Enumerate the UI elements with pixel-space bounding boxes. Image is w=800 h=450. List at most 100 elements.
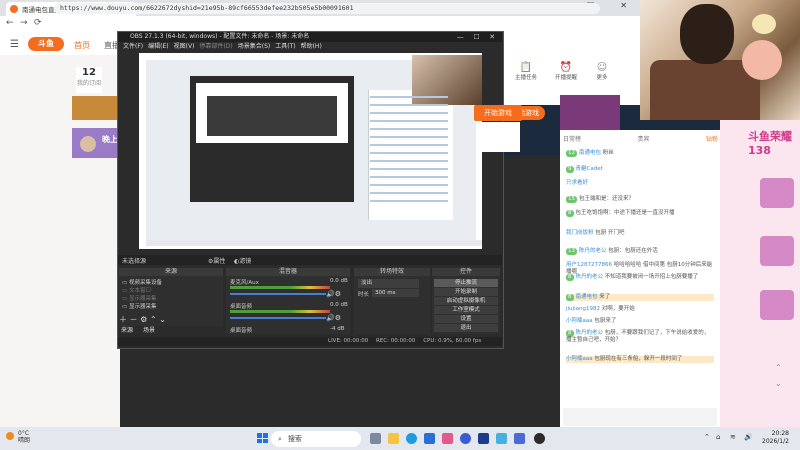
app-icon[interactable] xyxy=(514,433,525,444)
menu-scene-collection[interactable]: 场景集合(S) xyxy=(238,42,271,51)
task-tool[interactable]: 📋 主播任务 xyxy=(512,62,540,81)
chat-username[interactable]: 陈丹的老公 xyxy=(576,274,604,280)
app-icon[interactable] xyxy=(424,433,435,444)
more-tool[interactable]: ☺ 更多 xyxy=(588,62,616,81)
douyu-logo[interactable]: 斗鱼 xyxy=(28,37,64,51)
taskbar-clock[interactable]: 20:28 2026/1/2 xyxy=(762,430,789,446)
chat-username[interactable]: 陈丹的老公 xyxy=(576,330,604,336)
duration-input[interactable]: 300 ms xyxy=(372,289,419,297)
tab-scenes[interactable]: 场景 xyxy=(143,325,155,334)
start-recording-button[interactable]: 开始录制 xyxy=(434,288,498,296)
menu-view[interactable]: 视图(V) xyxy=(174,42,195,51)
tab-diamond-fans[interactable]: 钻粉 xyxy=(706,134,718,146)
close-button[interactable]: ✕ xyxy=(620,1,627,15)
speaker-icon[interactable]: 🔊 xyxy=(326,314,335,322)
back-arrow-icon[interactable]: ← xyxy=(6,18,14,28)
streamer-avatar[interactable] xyxy=(80,136,96,152)
stream-thumbnail[interactable] xyxy=(72,96,120,120)
event-card[interactable] xyxy=(760,178,794,208)
menu-docks[interactable]: 停靠部件(D) xyxy=(199,42,232,51)
studio-mode-button[interactable]: 工作室模式 xyxy=(434,306,498,314)
menu-edit[interactable]: 编辑(E) xyxy=(148,42,168,51)
chat-message: 我门岗饭粉 包厨 开门吧 xyxy=(566,230,714,237)
chat-username[interactable]: 只求看好 xyxy=(566,180,588,186)
remove-source-icon[interactable]: － xyxy=(130,315,138,324)
reload-icon[interactable]: ⟳ xyxy=(34,18,42,28)
obs-window-controls: — ☐ ✕ xyxy=(452,32,500,42)
url-input[interactable]: https://www.douyu.com/6622672dyshid=21e9… xyxy=(54,3,600,14)
file-explorer-icon[interactable] xyxy=(388,433,399,444)
remind-tool[interactable]: ⏰ 开播提醒 xyxy=(552,62,580,81)
chat-text: 包厨：包厨还在外活 xyxy=(608,248,658,254)
move-up-icon[interactable]: ⌃ xyxy=(150,315,157,324)
menu-tools[interactable]: 工具(T) xyxy=(275,42,295,51)
settings-button[interactable]: 设置 xyxy=(434,315,498,323)
taskbar-search[interactable]: ⌕ 搜索 xyxy=(271,431,361,447)
gear-icon[interactable]: ⚙ xyxy=(335,290,341,298)
chat-username[interactable]: 小阿楠aaa xyxy=(566,356,593,362)
event-card[interactable] xyxy=(760,236,794,266)
chat-username[interactable]: 南通电包 xyxy=(576,294,598,300)
app-icon[interactable] xyxy=(496,433,507,444)
taskview-icon[interactable] xyxy=(370,433,381,444)
user-level-badge: 8 xyxy=(566,274,574,281)
source-item[interactable]: ▭ 文本窗口 xyxy=(122,286,151,294)
chat-username[interactable]: jiujiang1982 xyxy=(566,306,600,312)
exit-button[interactable]: 退出 xyxy=(434,324,498,332)
page-side-widget xyxy=(476,122,520,152)
app-icon[interactable] xyxy=(442,433,453,444)
game-banner[interactable] xyxy=(560,95,620,131)
page-start-game-button[interactable]: 开始游戏 xyxy=(474,105,522,121)
chat-username[interactable]: 我门岗饭粉 xyxy=(566,230,594,236)
browser-icon[interactable] xyxy=(460,433,471,444)
chat-username[interactable]: 青樾Cadet xyxy=(576,166,603,172)
volume-slider[interactable] xyxy=(230,317,326,319)
transition-select[interactable]: 淡出 xyxy=(358,279,419,288)
wifi-icon[interactable]: ≋ xyxy=(730,433,736,441)
scroll-up-icon[interactable]: ⌃ xyxy=(775,360,785,376)
volume-slider[interactable] xyxy=(230,293,326,295)
move-down-icon[interactable]: ⌄ xyxy=(159,315,166,324)
source-item[interactable]: ▭ 显示器采集 xyxy=(122,302,156,310)
obs-close-button[interactable]: ✕ xyxy=(489,32,495,42)
network-icon[interactable]: ⌂ xyxy=(716,433,720,441)
tab-sources[interactable]: 来源 xyxy=(121,325,133,334)
add-source-icon[interactable]: ＋ xyxy=(119,315,127,324)
hamburger-menu-icon[interactable]: ☰ xyxy=(10,39,19,50)
windows-start-icon[interactable] xyxy=(257,433,268,443)
subscription-badge[interactable]: 12 我的订阅 xyxy=(76,67,102,93)
forward-arrow-icon[interactable]: → xyxy=(20,18,28,28)
volume-icon[interactable]: 🔊 xyxy=(744,433,753,441)
menu-help[interactable]: 帮助(H) xyxy=(301,42,322,51)
tab-daily-rank[interactable]: 日常榜 xyxy=(563,134,581,146)
chat-username[interactable]: 南通电包 xyxy=(579,150,601,156)
menu-file[interactable]: 文件(F) xyxy=(123,42,143,51)
rec-time: REC: 00:00:00 xyxy=(375,338,416,344)
source-settings-icon[interactable]: ⚙ xyxy=(140,315,147,324)
chat-username[interactable]: 用户1287277866 xyxy=(566,262,612,268)
virtual-camera-button[interactable]: 启动虚拟摄像机 xyxy=(434,297,498,305)
chat-username[interactable]: 陈丹的老公 xyxy=(579,248,607,254)
obs-maximize-button[interactable]: ☐ xyxy=(473,32,479,42)
chevron-up-icon[interactable]: ⌃ xyxy=(704,433,710,441)
event-card[interactable] xyxy=(760,290,794,320)
edge-icon[interactable] xyxy=(406,433,417,444)
weather-temp: 0°C xyxy=(18,430,30,437)
chat-username[interactable]: 小阿楠aaa xyxy=(566,318,593,324)
source-item[interactable]: ▭ 视频采集设备 xyxy=(122,278,162,286)
speaker-icon[interactable]: 🔊 xyxy=(326,290,335,298)
filters-button[interactable]: ◐滤镜 xyxy=(234,256,251,265)
chat-message: 13 陈丹的老公 包厨：包厨还在外活 xyxy=(566,248,714,255)
properties-button[interactable]: ⚙属性 xyxy=(208,256,225,265)
tab-vip[interactable]: 贵宾 xyxy=(637,134,649,146)
source-item[interactable]: ▭ 显示器采集 xyxy=(122,294,156,302)
obs-minimize-button[interactable]: — xyxy=(457,32,464,42)
app-k-icon[interactable] xyxy=(478,433,489,444)
gear-icon[interactable]: ⚙ xyxy=(335,314,341,322)
scroll-down-icon[interactable]: ⌄ xyxy=(775,376,785,392)
chat-input[interactable] xyxy=(563,408,717,426)
obs-taskbar-icon[interactable] xyxy=(534,433,545,444)
stop-streaming-button[interactable]: 停止推流 xyxy=(434,279,498,287)
preview-nested-taskbar xyxy=(146,240,482,246)
nav-home-link[interactable]: 首页 xyxy=(74,40,90,51)
